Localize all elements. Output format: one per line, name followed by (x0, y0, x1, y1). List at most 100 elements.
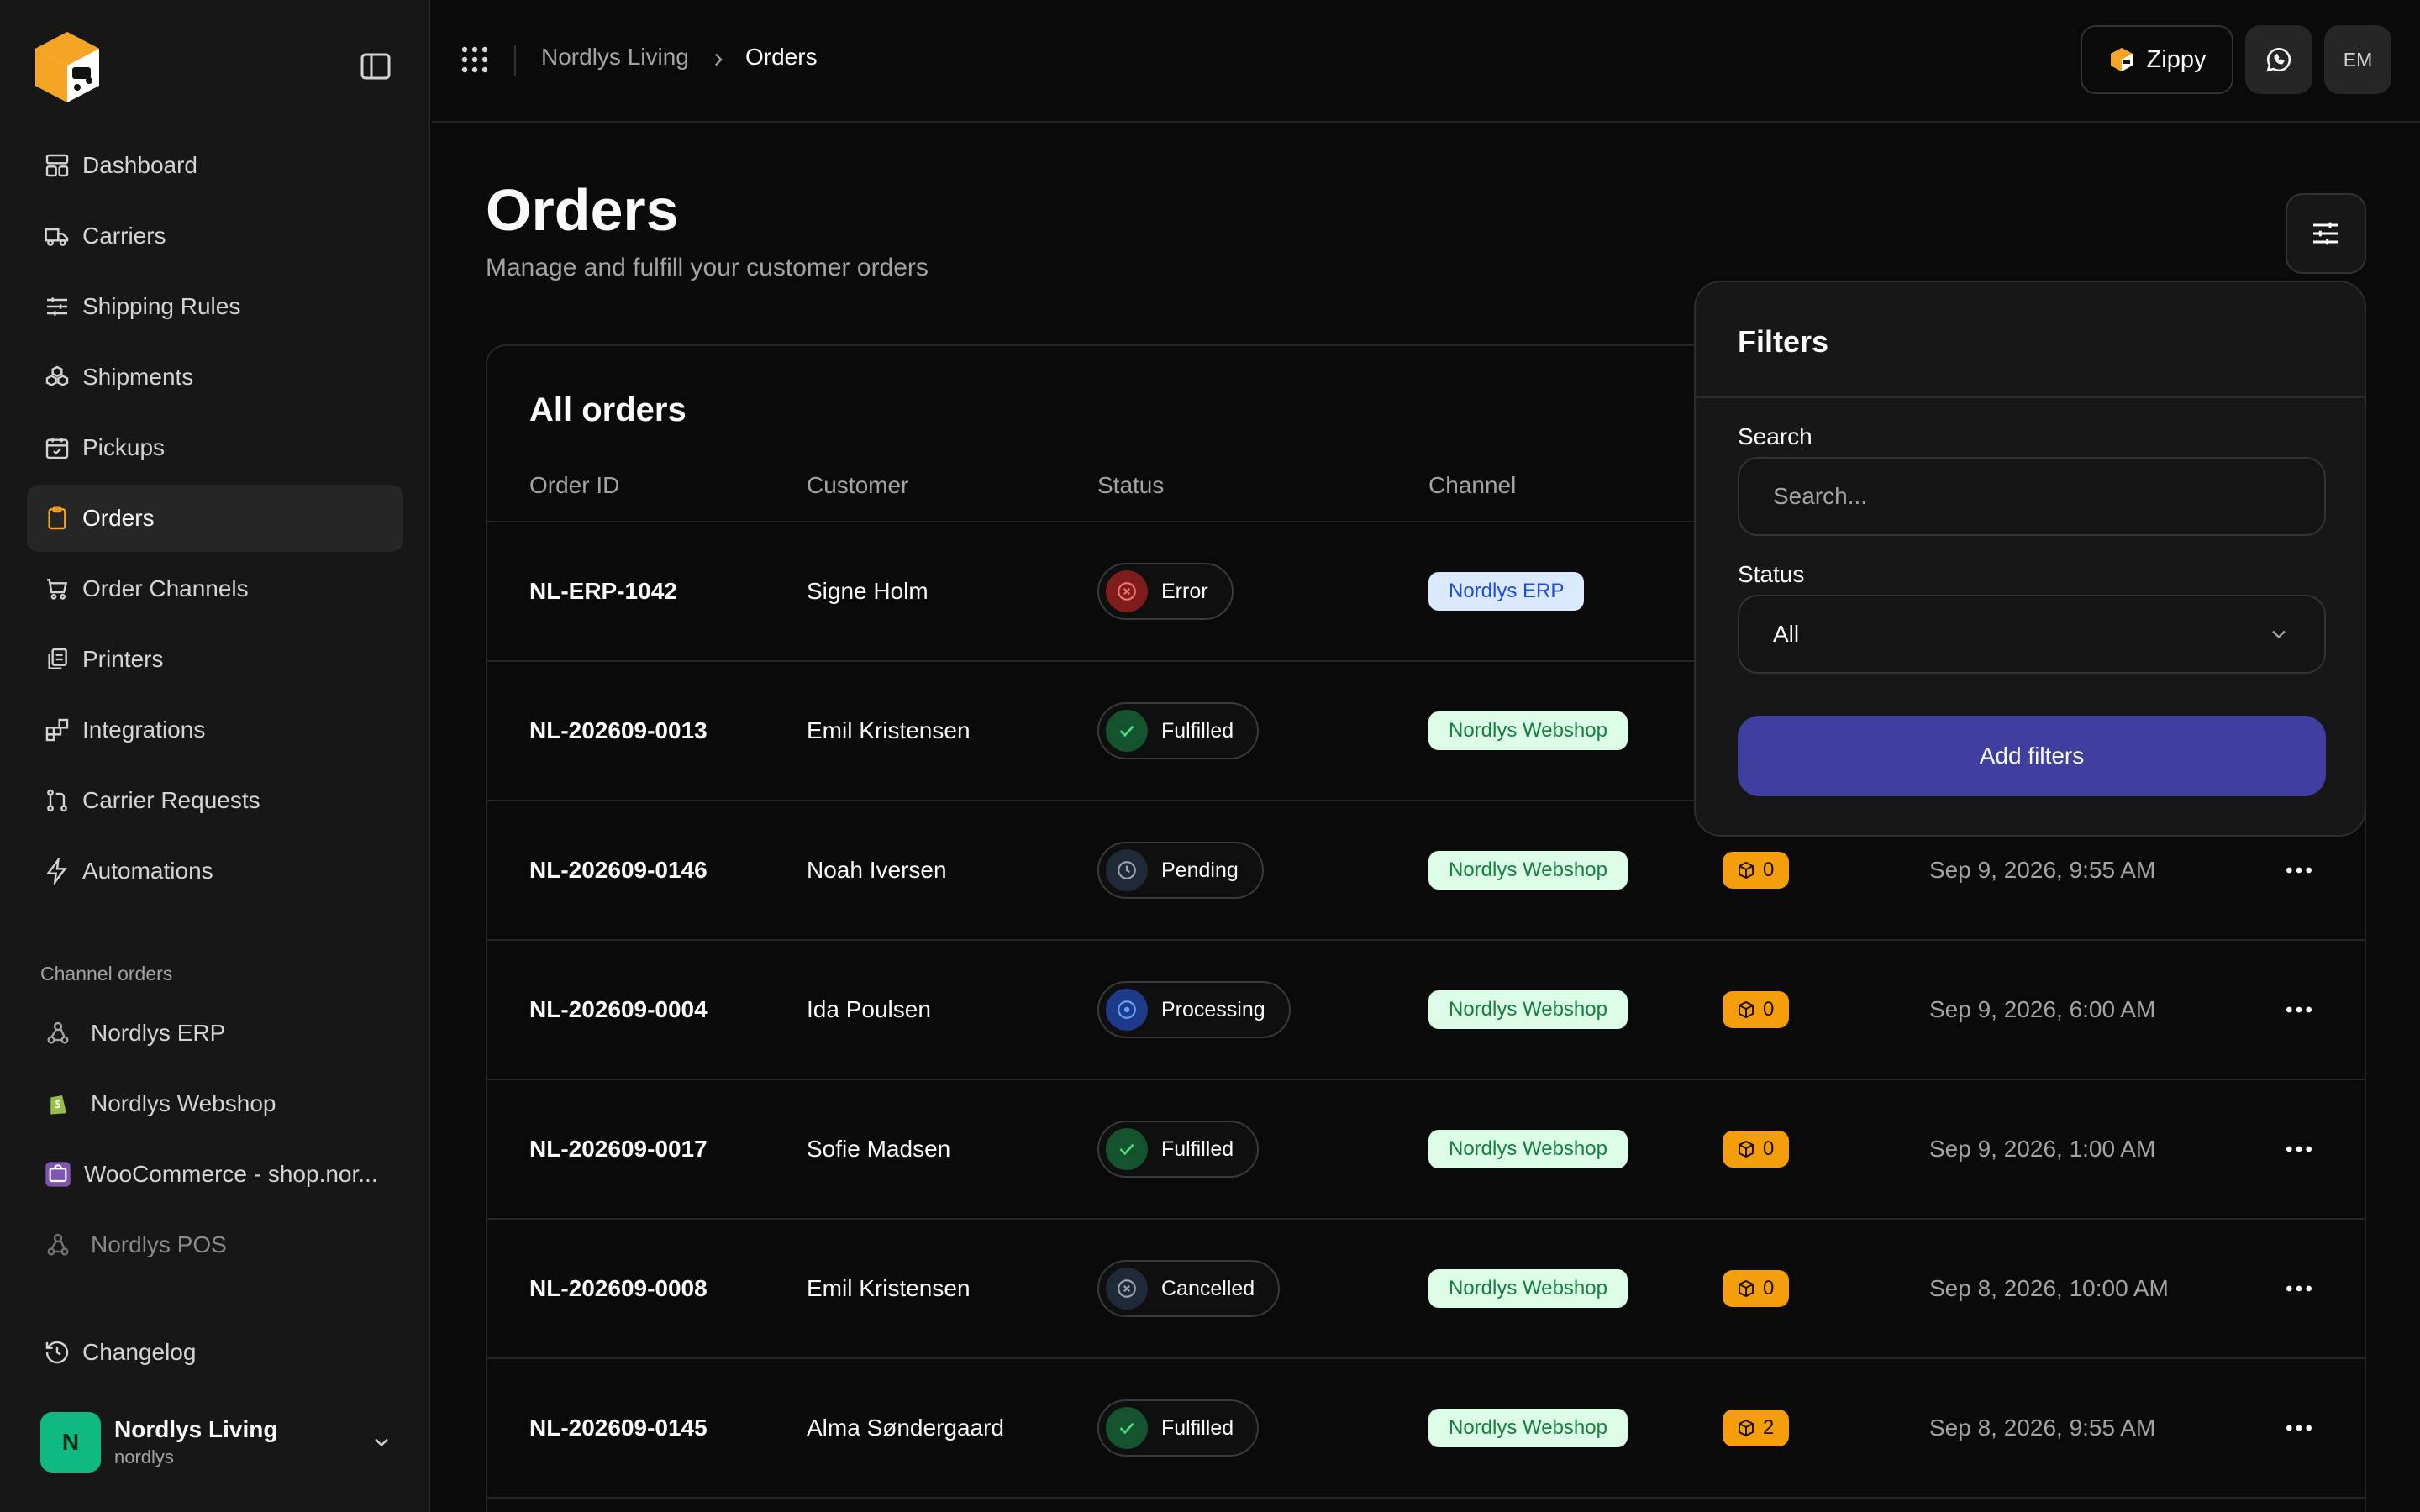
app-logo-icon[interactable] (29, 29, 106, 106)
customer-cell: Ida Poulsen (807, 996, 931, 1022)
status-select[interactable]: All (1738, 595, 2326, 674)
column-header-order-id[interactable]: Order ID (529, 472, 619, 499)
apps-grid-icon[interactable] (460, 45, 489, 74)
channel-item-nordlys-webshop[interactable]: Nordlys Webshop (27, 1070, 403, 1137)
status-text: Fulfilled (1161, 718, 1234, 743)
order-id-cell[interactable]: NL-202609-0146 (529, 801, 708, 939)
search-input[interactable] (1738, 457, 2326, 536)
user-avatar-button[interactable]: EM (2324, 25, 2391, 94)
status-text: Cancelled (1161, 1276, 1255, 1300)
sidebar-item-integrations[interactable]: Integrations (27, 696, 403, 764)
sidebar-item-label: Printers (82, 646, 164, 672)
sidebar-item-label: Pickups (82, 434, 166, 460)
table-title: All orders (529, 391, 687, 428)
sidebar-item-shipping-rules[interactable]: Shipping Rules (27, 273, 403, 340)
sidebar-item-label: Orders (82, 505, 155, 531)
table-row[interactable]: NL-202609-0145 Alma Søndergaard Fulfilled N… (487, 1359, 2365, 1499)
channel-badge: Nordlys Webshop (1428, 990, 1628, 1029)
sidebar-item-carrier-requests[interactable]: Carrier Requests (27, 767, 403, 834)
sidebar-item-shipments[interactable]: Shipments (27, 344, 403, 411)
support-chat-button[interactable] (2245, 25, 2312, 94)
channel-item-nordlys-erp[interactable]: Nordlys ERP (27, 1000, 403, 1067)
package-icon (1739, 1279, 1754, 1298)
zap-icon (45, 858, 67, 885)
customer-cell: Noah Iversen (807, 857, 947, 883)
shopify-icon (44, 1089, 72, 1118)
package-count-badge: 0 (1723, 991, 1790, 1028)
channel-badge: Nordlys Webshop (1428, 1130, 1628, 1168)
sidebar-item-printers[interactable]: Printers (27, 626, 403, 693)
order-id-cell[interactable]: NL-202609-0004 (529, 941, 708, 1079)
zippy-button[interactable]: Zippy (2081, 25, 2233, 94)
package-count-badge: 0 (1723, 852, 1790, 889)
more-horizontal-icon[interactable] (2282, 853, 2316, 887)
table-row[interactable]: NL-202609-0008 Emil Kristensen Cancelled No… (487, 1220, 2365, 1359)
more-horizontal-icon[interactable] (2282, 1411, 2316, 1445)
status-text: Fulfilled (1161, 1415, 1234, 1440)
channel-cell: Nordlys Webshop (1428, 941, 1628, 1079)
page-title: Orders (486, 177, 679, 243)
table-row[interactable]: NL-202609-0017 Sofie Madsen Fulfilled Nordl… (487, 1080, 2365, 1220)
order-id-cell[interactable]: NL-ERP-1042 (529, 522, 677, 660)
status-x-icon (1106, 1268, 1148, 1310)
channel-item-label: Nordlys ERP (91, 1020, 226, 1046)
row-actions (2282, 1359, 2316, 1497)
status-check-icon (1106, 710, 1148, 752)
channel-item-nordlys-pos[interactable]: Nordlys POS (27, 1211, 403, 1278)
sidebar-item-label: Shipping Rules (82, 293, 241, 319)
sidebar-toggle-icon[interactable] (360, 52, 392, 81)
account-switcher[interactable]: N Nordlys Living nordlys (40, 1411, 393, 1473)
channel-item-woocommerce[interactable]: WooCommerce - shop.nor... (27, 1141, 403, 1208)
status-badge: Fulfilled (1097, 1121, 1260, 1178)
status-text: Fulfilled (1161, 1137, 1234, 1161)
filters-panel: Filters Search Status All Add filters (1694, 281, 2366, 837)
more-horizontal-icon[interactable] (2282, 1132, 2316, 1166)
package-icon (1739, 1140, 1754, 1158)
row-actions (2282, 1080, 2316, 1218)
order-id-cell[interactable]: NL-202609-0145 (529, 1359, 708, 1497)
add-filters-button[interactable]: Add filters (1738, 716, 2326, 796)
package-count: 0 (1763, 1137, 1775, 1160)
channel-badge: Nordlys Webshop (1428, 711, 1628, 750)
channel-cell: Nordlys Webshop (1428, 801, 1628, 939)
status-clock-icon (1106, 849, 1148, 891)
status-cell: Fulfilled (1097, 1359, 1260, 1497)
package-count-badge: 0 (1723, 1270, 1790, 1307)
sidebar-item-automations[interactable]: Automations (27, 837, 403, 905)
sidebar-item-orders[interactable]: Orders (27, 485, 403, 552)
sidebar-item-label: Shipments (82, 364, 194, 390)
table-row[interactable]: NL-202609-0004 Ida Poulsen Processing Nordl… (487, 941, 2365, 1080)
woocommerce-icon (44, 1160, 72, 1189)
breadcrumb-current: Orders (745, 44, 818, 70)
calendar-check-icon (45, 438, 69, 459)
sidebar-item-pickups[interactable]: Pickups (27, 414, 403, 481)
package-count-cell: 2 (1723, 1359, 1790, 1497)
customer-cell: Emil Kristensen (807, 717, 971, 743)
breadcrumb-workspace[interactable]: Nordlys Living (541, 44, 689, 71)
column-header-customer[interactable]: Customer (807, 472, 908, 499)
printer-icon (48, 648, 67, 669)
package-count-badge: 0 (1723, 1131, 1790, 1168)
order-id-cell[interactable]: NL-202609-0017 (529, 1080, 708, 1218)
order-id-cell[interactable]: NL-202609-0008 (529, 1220, 708, 1357)
column-header-status[interactable]: Status (1097, 472, 1164, 499)
channel-cell: Nordlys Webshop (1428, 1080, 1628, 1218)
date-cell: Sep 8, 2026, 10:00 AM (1929, 1275, 2169, 1301)
package-count-cell: 0 (1723, 1220, 1790, 1357)
more-horizontal-icon[interactable] (2282, 1272, 2316, 1305)
page-subtitle: Manage and fulfill your customer orders (486, 254, 929, 281)
sidebar-item-dashboard[interactable]: Dashboard (27, 132, 403, 199)
git-pull-request-icon (47, 789, 67, 812)
order-id-cell[interactable]: NL-202609-0013 (529, 662, 708, 800)
column-header-channel[interactable]: Channel (1428, 472, 1516, 499)
customer-cell: Sofie Madsen (807, 1136, 951, 1162)
filter-toggle-button[interactable] (2286, 193, 2366, 274)
cart-icon (47, 579, 68, 600)
sidebar-item-changelog[interactable]: Changelog (44, 1319, 196, 1386)
date-cell: Sep 9, 2026, 1:00 AM (1929, 1136, 2156, 1162)
channel-badge: Nordlys Webshop (1428, 1269, 1628, 1308)
sidebar-item-carriers[interactable]: Carriers (27, 202, 403, 270)
chat-icon (2266, 47, 2291, 72)
more-horizontal-icon[interactable] (2282, 993, 2316, 1026)
sidebar-item-order-channels[interactable]: Order Channels (27, 555, 403, 622)
